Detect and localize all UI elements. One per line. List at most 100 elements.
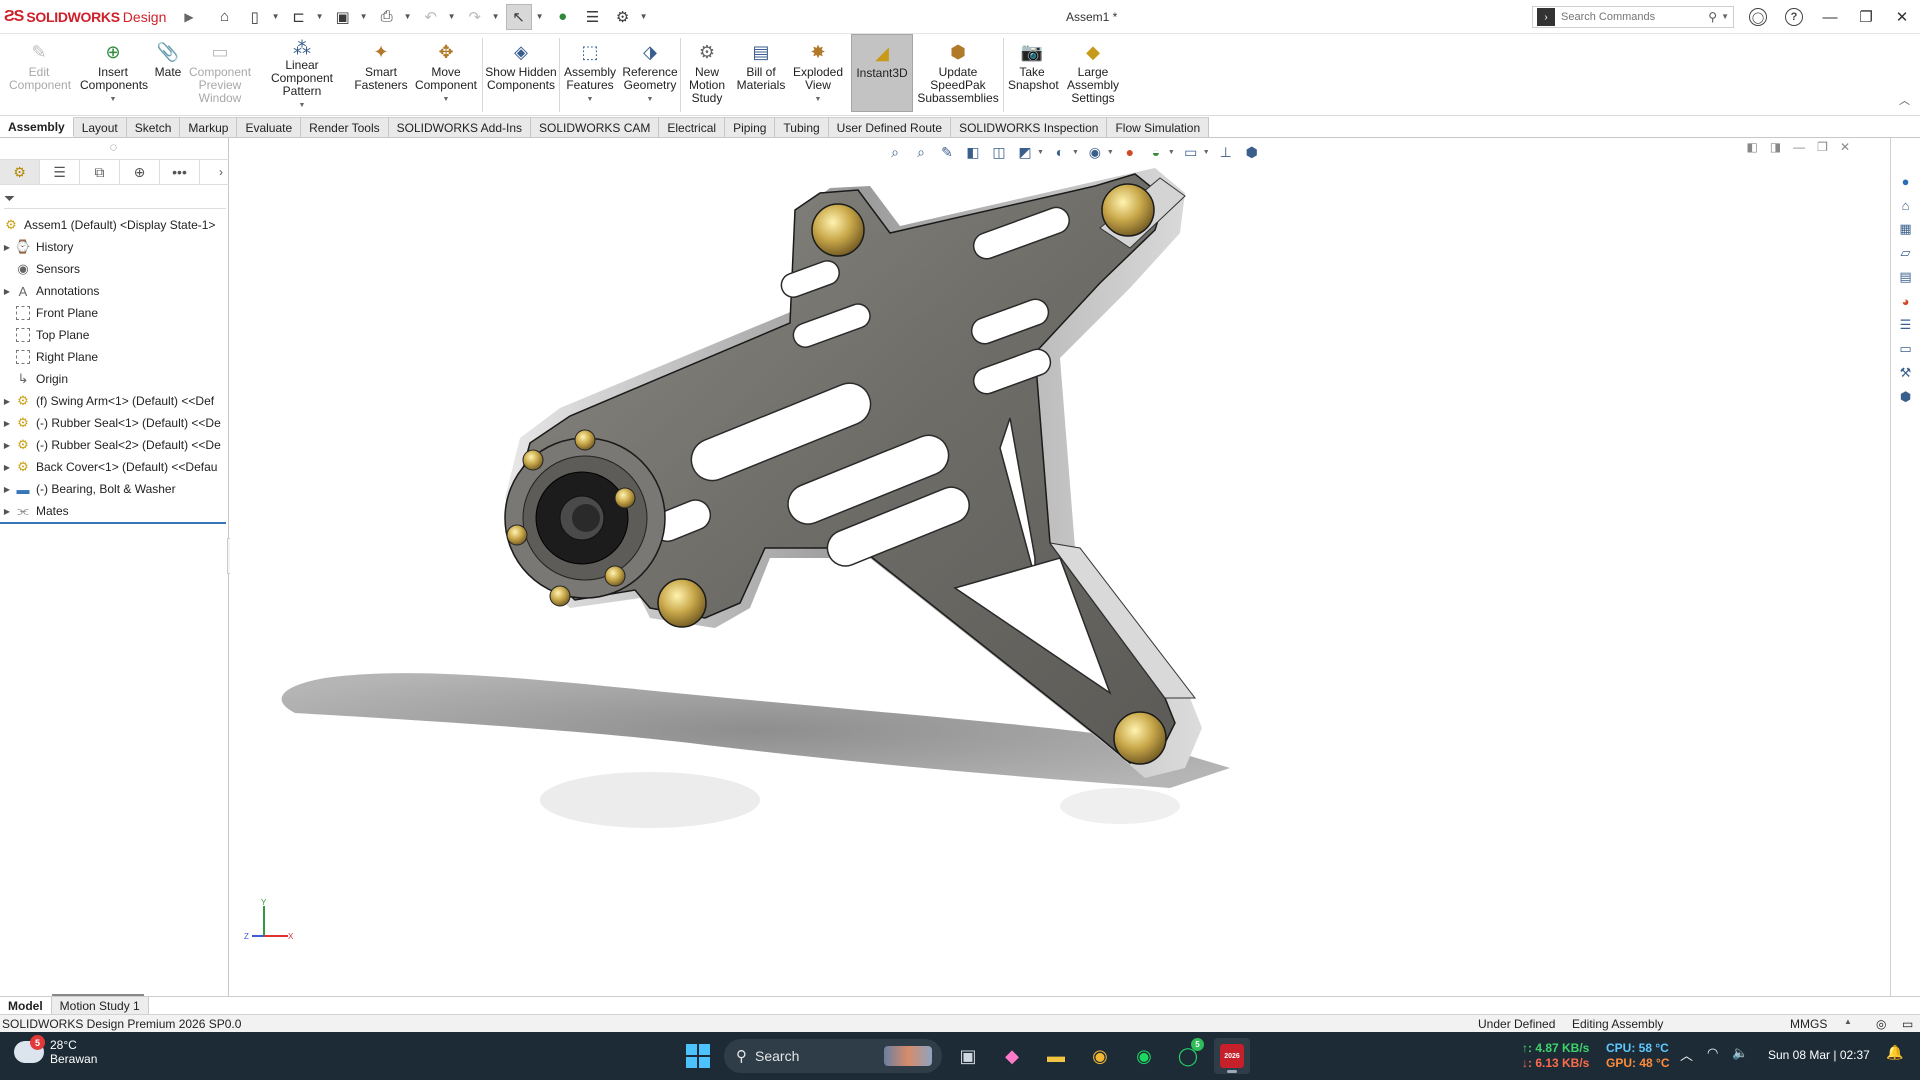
tree-item-annotations[interactable]: ▶ A Annotations bbox=[0, 280, 229, 302]
tree-filter[interactable]: ⏷ bbox=[4, 189, 226, 209]
close-button[interactable]: ✕ bbox=[1884, 0, 1920, 34]
search-icon[interactable]: ⚲ bbox=[1708, 10, 1717, 24]
move-component-dropdown-icon[interactable]: ▼ bbox=[443, 93, 450, 106]
design-library-icon[interactable]: ▦ bbox=[1895, 218, 1917, 240]
tab-solidworks-cam[interactable]: SOLIDWORKS CAM bbox=[531, 117, 660, 137]
exploded-view-dropdown-icon[interactable]: ▼ bbox=[815, 93, 822, 106]
tab-flow-simulation[interactable]: Flow Simulation bbox=[1107, 117, 1210, 137]
volume-icon[interactable]: 🔈 bbox=[1732, 1045, 1748, 1064]
tab-motion-study-1[interactable]: Motion Study 1 bbox=[51, 997, 149, 1014]
minimize-button[interactable]: — bbox=[1812, 0, 1848, 34]
toolbox-icon[interactable]: ⚒ bbox=[1895, 362, 1917, 384]
tree-item-bearing-folder[interactable]: ▶ ▬ (-) Bearing, Bolt & Washer bbox=[0, 478, 229, 500]
account-icon[interactable]: ◯ bbox=[1740, 0, 1776, 34]
task-view-icon[interactable]: ▣ bbox=[950, 1038, 986, 1074]
clock[interactable]: Sun 08 Mar | 02:37 bbox=[1768, 1048, 1870, 1062]
appearances-icon[interactable]: ◕ bbox=[1895, 290, 1917, 312]
print-icon[interactable]: ⎙ bbox=[374, 4, 400, 30]
view-palette-icon[interactable]: ▤ bbox=[1895, 266, 1917, 288]
open-dropdown-icon[interactable]: ▼ bbox=[316, 12, 326, 21]
menu-expand-icon[interactable]: ▶ bbox=[184, 10, 193, 24]
filter-icon[interactable]: ⏷ bbox=[4, 190, 15, 207]
tab-scroll-grip[interactable] bbox=[52, 994, 144, 996]
tab-user-defined-route[interactable]: User Defined Route bbox=[828, 117, 952, 137]
tree-item-history[interactable]: ▶ ⌚ History bbox=[0, 236, 229, 258]
take-snapshot-button[interactable]: 📷 Take Snapshot bbox=[1004, 34, 1060, 112]
select-dropdown-icon[interactable]: ▼ bbox=[536, 12, 546, 21]
forum-icon[interactable]: ▭ bbox=[1895, 338, 1917, 360]
property-manager-tab-icon[interactable]: ☰ bbox=[40, 160, 80, 184]
rebuild-icon[interactable]: ◎ bbox=[1876, 1017, 1886, 1031]
home-icon[interactable]: ⌂ bbox=[212, 4, 238, 30]
tab-render-tools[interactable]: Render Tools bbox=[301, 117, 389, 137]
new-dropdown-icon[interactable]: ▼ bbox=[272, 12, 282, 21]
search-commands-box[interactable]: › ⚲ ▼ bbox=[1532, 6, 1734, 28]
restore-button[interactable]: ❐ bbox=[1848, 0, 1884, 34]
file-explorer-icon[interactable]: ▱ bbox=[1895, 242, 1917, 264]
search-dropdown-icon[interactable]: ▼ bbox=[1721, 12, 1729, 21]
edit-component-button[interactable]: ✎ Edit Component bbox=[0, 34, 78, 112]
tab-tubing[interactable]: Tubing bbox=[775, 117, 829, 137]
update-speedpak-button[interactable]: ⬢ Update SpeedPak Subassemblies bbox=[913, 34, 1003, 112]
copilot-icon[interactable]: ◆ bbox=[994, 1038, 1030, 1074]
undo-dropdown-icon[interactable]: ▼ bbox=[448, 12, 458, 21]
tab-piping[interactable]: Piping bbox=[725, 117, 776, 137]
solidworks-logo[interactable]: ƧS SOLIDWORKS Design ▶ bbox=[0, 0, 194, 34]
tab-solidworks-inspection[interactable]: SOLIDWORKS Inspection bbox=[951, 117, 1108, 137]
large-assembly-settings-button[interactable]: ◆ Large Assembly Settings bbox=[1060, 34, 1126, 112]
tab-model[interactable]: Model bbox=[0, 997, 52, 1014]
configuration-manager-tab-icon[interactable]: ⧉ bbox=[80, 160, 120, 184]
tree-item-rubber-seal-1[interactable]: ▶ ⚙ (-) Rubber Seal<1> (Default) <<De bbox=[0, 412, 229, 434]
tree-item-rubber-seal-2[interactable]: ▶ ⚙ (-) Rubber Seal<2> (Default) <<De bbox=[0, 434, 229, 456]
linear-component-pattern-button[interactable]: ⁂ Linear Component Pattern ▼ bbox=[252, 34, 352, 112]
linear-pattern-dropdown-icon[interactable]: ▼ bbox=[299, 99, 306, 112]
move-component-button[interactable]: ✥ Move Component ▼ bbox=[410, 34, 482, 112]
save-icon[interactable]: ▣ bbox=[330, 4, 356, 30]
collapse-ribbon-icon[interactable]: ︿ bbox=[1899, 92, 1910, 108]
expand-arrow-icon[interactable]: ▶ bbox=[0, 397, 14, 406]
wifi-icon[interactable]: ◠ bbox=[1707, 1045, 1718, 1064]
chevron-right-icon[interactable]: › bbox=[219, 165, 223, 179]
tab-sketch[interactable]: Sketch bbox=[126, 117, 181, 137]
custom-properties-icon[interactable]: ☰ bbox=[1895, 314, 1917, 336]
insert-components-dropdown-icon[interactable]: ▼ bbox=[110, 93, 117, 106]
print-dropdown-icon[interactable]: ▼ bbox=[404, 12, 414, 21]
save-dropdown-icon[interactable]: ▼ bbox=[360, 12, 370, 21]
file-explorer-icon[interactable]: ▬ bbox=[1038, 1038, 1074, 1074]
exploded-view-button[interactable]: ✸ Exploded View ▼ bbox=[789, 34, 847, 112]
tree-item-swing-arm[interactable]: ▶ ⚙ (f) Swing Arm<1> (Default) <<Def bbox=[0, 390, 229, 412]
open-folder-icon[interactable]: ⊏ bbox=[286, 4, 312, 30]
tree-item-sensors[interactable]: ◉ Sensors bbox=[0, 258, 229, 280]
home-pane-icon[interactable]: ⌂ bbox=[1895, 194, 1917, 216]
notification-bell-icon[interactable]: 🔔 bbox=[1886, 1044, 1903, 1061]
tab-evaluate[interactable]: Evaluate bbox=[237, 117, 302, 137]
component-preview-window-button[interactable]: ▭ Component Preview Window bbox=[188, 34, 252, 112]
panel-grip-icon[interactable]: ◯ bbox=[110, 144, 117, 151]
expand-arrow-icon[interactable]: ▶ bbox=[0, 507, 14, 516]
show-hidden-components-button[interactable]: ◈ Show Hidden Components bbox=[483, 34, 559, 112]
units-dropdown-icon[interactable]: ▲ bbox=[1844, 1017, 1852, 1026]
tree-item-back-cover[interactable]: ▶ ⚙ Back Cover<1> (Default) <<Defau bbox=[0, 456, 229, 478]
tab-markup[interactable]: Markup bbox=[180, 117, 238, 137]
feature-manager-tab-icon[interactable]: ⚙ bbox=[0, 160, 40, 184]
tab-electrical[interactable]: Electrical bbox=[659, 117, 726, 137]
new-document-icon[interactable]: ▯ bbox=[242, 4, 268, 30]
tree-item-top-plane[interactable]: Top Plane bbox=[0, 324, 229, 346]
status-panel-icon[interactable]: ▭ bbox=[1902, 1017, 1913, 1031]
undo-icon[interactable]: ↶ bbox=[418, 4, 444, 30]
expand-arrow-icon[interactable]: ▶ bbox=[0, 463, 14, 472]
start-button[interactable] bbox=[680, 1038, 716, 1074]
select-cursor-icon[interactable]: ↖ bbox=[505, 3, 532, 30]
expand-arrow-icon[interactable]: ▶ bbox=[0, 485, 14, 494]
insert-components-button[interactable]: ⊕ Insert Components ▼ bbox=[78, 34, 148, 112]
file-properties-icon[interactable]: ☰ bbox=[580, 4, 606, 30]
reference-geometry-dropdown-icon[interactable]: ▼ bbox=[647, 93, 654, 106]
solidworks-taskbar-icon[interactable]: 2026 bbox=[1214, 1038, 1250, 1074]
redo-icon[interactable]: ↷ bbox=[462, 4, 488, 30]
options-dropdown-icon[interactable]: ▼ bbox=[640, 12, 650, 21]
options-gear-icon[interactable]: ⚙ bbox=[610, 4, 636, 30]
tree-item-origin[interactable]: ↳ Origin bbox=[0, 368, 229, 390]
tree-root[interactable]: ⚙ Assem1 (Default) <Display State-1> bbox=[0, 214, 229, 236]
reference-geometry-button[interactable]: ⬗ Reference Geometry ▼ bbox=[620, 34, 680, 112]
more-tabs-icon[interactable]: ••• bbox=[160, 160, 200, 184]
